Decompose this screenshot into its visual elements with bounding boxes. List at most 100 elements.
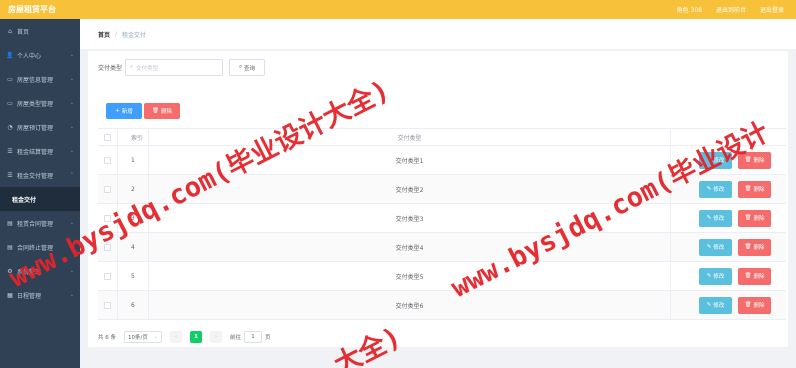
page-size-select[interactable]: 10条/页 ⌄: [124, 331, 162, 343]
delete-button[interactable]: 🗑 删除: [738, 296, 771, 314]
row-checkbox[interactable]: [104, 156, 111, 164]
sidebar-item-label: 房屋预订管理: [17, 124, 54, 132]
sidebar-item-label: 个人中心: [17, 52, 42, 60]
sidebar-item-profile[interactable]: 👤 个人中心 ⌄: [0, 43, 80, 67]
sidebar-item-reserve[interactable]: ◔ 房屋预订管理 ⌄: [0, 115, 80, 139]
trash-icon: 🗑: [744, 244, 752, 250]
delete-button[interactable]: 🗑 删除: [738, 151, 771, 169]
edit-icon: ✎: [706, 302, 712, 308]
search-label: 交付类型: [98, 65, 123, 72]
delete-label: 删除: [753, 187, 765, 193]
chevron-down-icon: ⌄: [69, 124, 74, 130]
delete-label: 删除: [753, 245, 765, 251]
row-checkbox-cell: [98, 146, 118, 174]
row-checkbox[interactable]: [104, 243, 111, 251]
edit-button[interactable]: ✎ 修改: [699, 238, 732, 256]
batch-delete-button[interactable]: 🗑 删除: [144, 103, 180, 119]
edit-label: 修改: [713, 216, 725, 222]
calendar-icon: ▦: [7, 291, 13, 299]
pagination: 共 6 条 10条/页 ⌄ ‹ 1 › 前往 1 页: [98, 331, 271, 343]
row-checkbox-cell: [98, 204, 118, 232]
header-type: 交付类型: [149, 129, 671, 145]
next-page-button[interactable]: ›: [210, 331, 222, 343]
logout-link[interactable]: 退出登录: [760, 5, 784, 14]
header-ops: [671, 129, 786, 145]
delete-button[interactable]: 🗑 删除: [738, 267, 771, 285]
query-button-label: 查询: [244, 65, 256, 72]
list-icon: ☰: [7, 171, 13, 179]
sidebar-item-label: 房屋信息管理: [17, 76, 54, 84]
select-all-checkbox[interactable]: [104, 133, 111, 141]
page-size-value: 10条/页: [128, 335, 148, 341]
sidebar-item-home[interactable]: ⌂ 首页: [0, 19, 80, 43]
delete-button[interactable]: 🗑 删除: [738, 209, 771, 227]
trash-icon: 🗑: [744, 186, 752, 192]
sidebar-item-termination[interactable]: ▤ 合同终止管理 ⌄: [0, 235, 80, 259]
delete-label: 删除: [753, 158, 765, 164]
edit-button[interactable]: ✎ 修改: [699, 151, 732, 169]
delete-button[interactable]: 🗑 删除: [738, 180, 771, 198]
goto-page-input[interactable]: 1: [244, 331, 263, 343]
chevron-down-icon: ⌄: [69, 76, 74, 82]
edit-icon: ✎: [706, 244, 712, 250]
query-button[interactable]: ⌕ 查询: [229, 59, 266, 76]
row-index: 6: [118, 291, 149, 319]
gear-icon: ⚙: [7, 267, 13, 275]
row-checkbox[interactable]: [104, 272, 111, 280]
edit-button[interactable]: ✎ 修改: [699, 209, 732, 227]
trash-icon: 🗑: [152, 108, 159, 114]
row-type: 交付类型4: [149, 233, 671, 261]
sidebar-item-label: 日程管理: [17, 292, 42, 300]
row-checkbox-cell: [98, 233, 118, 261]
page-number-current[interactable]: 1: [190, 331, 202, 343]
breadcrumb-home[interactable]: 首页: [98, 30, 110, 39]
page-jumper: 前往 1 页: [230, 331, 271, 343]
main-content: 首页 / 租金交付 交付类型 ⌕ 交付类型 ⌕ 查询 + 新增 🗑 删除 索引 …: [80, 19, 796, 368]
delete-label: 删除: [753, 303, 765, 309]
search-icon: ⌕: [130, 64, 134, 70]
breadcrumb-separator: /: [115, 30, 118, 38]
sidebar-subitem-payment[interactable]: 租金交付: [0, 187, 80, 211]
house-icon: ▭: [7, 75, 13, 83]
sidebar-item-house-info[interactable]: ▭ 房屋信息管理 ⌄: [0, 67, 80, 91]
toolbar: + 新增 🗑 删除: [106, 103, 180, 119]
edit-button[interactable]: ✎ 修改: [699, 180, 732, 198]
row-actions: ✎ 修改 🗑 删除: [671, 262, 786, 290]
edit-button[interactable]: ✎ 修改: [699, 267, 732, 285]
sidebar-item-settlement[interactable]: ☰ 租金结算管理 ⌄: [0, 139, 80, 163]
edit-icon: ✎: [706, 157, 712, 163]
sidebar-item-payment[interactable]: ☰ 租金交付管理 ⌃: [0, 163, 80, 187]
sidebar-item-label: 租金交付管理: [17, 172, 54, 180]
sidebar-item-contract[interactable]: ▤ 租赁合同管理 ⌄: [0, 211, 80, 235]
edit-icon: ✎: [706, 186, 712, 192]
sidebar-item-house-type[interactable]: ▭ 房屋类型管理 ⌄: [0, 91, 80, 115]
search-input[interactable]: ⌕ 交付类型: [125, 59, 224, 76]
sidebar-item-label: 房屋类型管理: [17, 100, 54, 108]
sidebar-item-label: 租赁合同管理: [17, 220, 54, 228]
chevron-down-icon: ⌄: [69, 148, 74, 154]
front-link[interactable]: 退出到前台: [716, 5, 746, 14]
content-card: 交付类型 ⌕ 交付类型 ⌕ 查询 + 新增 🗑 删除 索引 交付类型 1 交付类…: [88, 51, 788, 347]
breadcrumb-current: 租金交付: [122, 31, 147, 39]
row-actions: ✎ 修改 🗑 删除: [671, 291, 786, 319]
row-checkbox[interactable]: [104, 185, 111, 193]
row-index: 3: [118, 204, 149, 232]
chevron-down-icon: ⌄: [69, 52, 74, 58]
chevron-up-icon: ⌃: [69, 172, 74, 178]
house-icon: ▭: [7, 99, 13, 107]
chevron-down-icon: ⌄: [69, 100, 74, 106]
row-checkbox[interactable]: [104, 301, 111, 309]
trash-icon: 🗑: [744, 273, 752, 279]
row-type: 交付类型2: [149, 175, 671, 203]
row-type: 交付类型1: [149, 146, 671, 174]
delete-button[interactable]: 🗑 删除: [738, 238, 771, 256]
sidebar: ⌂ 首页 👤 个人中心 ⌄ ▭ 房屋信息管理 ⌄ ▭ 房屋类型管理 ⌄ ◔ 房屋…: [0, 19, 80, 368]
sidebar-item-schedule[interactable]: ▦ 日程管理 ⌄: [0, 283, 80, 307]
prev-page-button[interactable]: ‹: [170, 331, 182, 343]
add-button[interactable]: + 新增: [106, 103, 142, 119]
search-form: 交付类型 ⌕ 交付类型 ⌕ 查询: [98, 59, 266, 76]
contract-icon: ▤: [7, 219, 13, 227]
row-checkbox[interactable]: [104, 214, 111, 222]
edit-button[interactable]: ✎ 修改: [699, 296, 732, 314]
sidebar-item-system[interactable]: ⚙ 系统管理 ⌄: [0, 259, 80, 283]
